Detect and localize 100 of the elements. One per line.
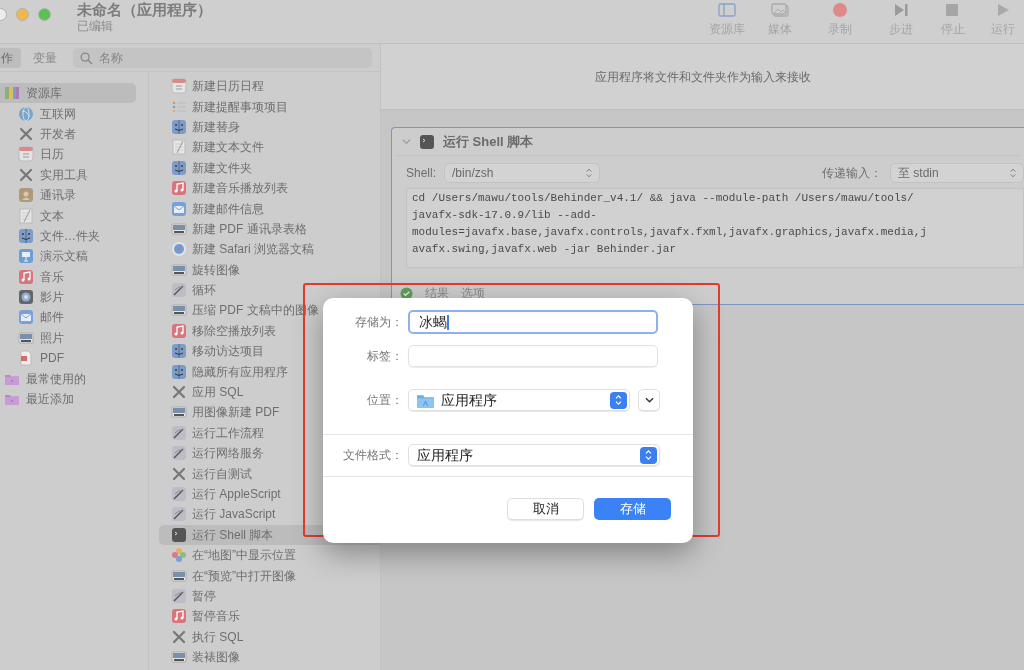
sidebar-item[interactable]: 演示文稿	[0, 246, 136, 267]
field-label: 位置：	[366, 392, 403, 409]
action-item[interactable]: 装裱图像	[159, 646, 380, 668]
books-icon	[4, 85, 20, 102]
terminal-icon	[171, 526, 187, 543]
popup-button[interactable]: 应用程序	[408, 444, 660, 466]
window-title: 未命名（应用程序）	[77, 0, 212, 19]
wand-icon	[171, 282, 187, 299]
tools-icon	[18, 125, 34, 142]
sidebar-item[interactable]: PDF	[0, 348, 136, 369]
sidebar-item[interactable]: 音乐	[0, 266, 136, 287]
action-item[interactable]: 运行 AppleScript	[159, 483, 380, 505]
wand-icon	[171, 486, 187, 502]
sidebar-item[interactable]: 最常使用的	[0, 368, 136, 389]
image-icon	[171, 302, 187, 319]
popup-button[interactable]: 应用程序	[408, 389, 630, 411]
sidebar-item[interactable]: 文本	[0, 205, 136, 226]
sidebar-item[interactable]: 开发者	[0, 123, 136, 145]
image-icon	[171, 220, 187, 237]
expand-button[interactable]	[638, 389, 660, 411]
tools-icon	[171, 465, 187, 482]
field-label: 文件格式：	[342, 447, 403, 464]
sidebar-item[interactable]: 日历	[0, 144, 136, 165]
face-icon	[171, 118, 187, 135]
action-item[interactable]: 运行 JavaScript	[159, 504, 380, 525]
disclosure-icon[interactable]	[402, 137, 411, 146]
action-item[interactable]: 新建邮件信息	[159, 198, 380, 219]
face-icon	[171, 343, 187, 360]
field-label: 存储为：	[354, 314, 403, 331]
action-item[interactable]: 在“地图”中显示位置	[159, 545, 380, 566]
zoom-button[interactable]	[38, 8, 51, 21]
tools-icon	[171, 628, 187, 645]
input-description: 应用程序将文件和文件夹作为输入来接收	[594, 68, 811, 86]
action-item[interactable]: 新建 Safari 浏览器文稿	[159, 239, 380, 260]
image-icon	[171, 567, 187, 584]
sidebar-item[interactable]: 影片	[0, 286, 136, 308]
action-item[interactable]: 新建 PDF 通讯录表格	[159, 218, 380, 240]
sidebar-item[interactable]: 资源库	[0, 83, 136, 104]
chevron-down-icon	[644, 397, 654, 403]
compass-icon	[171, 241, 187, 258]
stepper-icon	[1010, 168, 1016, 178]
tab[interactable]: 结果	[425, 284, 449, 302]
stepper-icon	[610, 391, 627, 409]
image-icon	[171, 404, 187, 421]
face-icon	[171, 159, 187, 176]
action-item[interactable]: 新建提醒事项项目	[159, 96, 380, 117]
action-item[interactable]: 运行自测试	[159, 463, 380, 484]
action-item[interactable]: 运行工作流程	[159, 422, 380, 444]
action-item[interactable]: 新建替身	[159, 116, 380, 138]
save-button[interactable]: 存储	[594, 498, 671, 520]
action-item[interactable]: 执行 SQL	[159, 626, 380, 647]
terminal-icon	[419, 133, 435, 150]
music-note-icon	[171, 180, 187, 197]
image-icon	[171, 649, 187, 666]
field-label: 传递输入：	[822, 165, 882, 182]
tab[interactable]: 作	[0, 47, 21, 68]
document-icon	[171, 139, 187, 156]
tab[interactable]: 选项	[461, 284, 485, 302]
image-icon	[171, 261, 187, 278]
flower-icon	[171, 547, 187, 564]
sidebar-item[interactable]: 实用工具	[0, 164, 136, 185]
sidebar-item[interactable]: 照片	[0, 327, 136, 349]
action-item[interactable]: 新建音乐播放列表	[159, 177, 380, 199]
action-item[interactable]: 在“预览”中打开图像	[159, 565, 380, 586]
sidebar-item[interactable]: 邮件	[0, 307, 136, 328]
action-item[interactable]: 暂停	[159, 585, 380, 607]
wand-icon	[171, 424, 187, 441]
sidebar-item[interactable]: 通讯录	[0, 184, 136, 206]
sidebar-item[interactable]: 文件…件夹	[0, 225, 136, 247]
action-item[interactable]: 新建日历日程	[159, 76, 380, 97]
action-item[interactable]: 旋转图像	[159, 259, 380, 280]
checkmark-icon	[400, 286, 413, 300]
contacts-icon	[18, 187, 34, 204]
action-item[interactable]: 新建文本文件	[159, 137, 380, 158]
face-icon	[171, 363, 187, 380]
music-note-icon	[18, 268, 34, 285]
action-title: 运行 Shell 脚本	[443, 132, 534, 151]
action-item[interactable]: 暂停音乐	[159, 606, 380, 627]
sidebar-item[interactable]: 最近添加	[0, 388, 136, 410]
popup-button[interactable]: 至 stdin	[890, 163, 1024, 183]
action-item[interactable]: 循环	[159, 279, 380, 301]
popup-button[interactable]: /bin/zsh	[444, 163, 601, 183]
folder-icon	[417, 392, 434, 408]
presentation-icon	[18, 248, 34, 265]
music-note-icon	[171, 608, 187, 625]
tab[interactable]: 变量	[25, 47, 65, 68]
search-field[interactable]: 名称	[73, 47, 372, 68]
input-field[interactable]: 冰蝎	[408, 310, 658, 334]
tools-icon	[18, 166, 34, 183]
minimize-button[interactable]	[16, 8, 29, 21]
action-item[interactable]: 新建文件夹	[159, 157, 380, 178]
script-editor[interactable]: cd /Users/mawu/tools/Behinder_v4.1/ && java --module-path /Users/mawu/tools/ javafx-sdk-17.0.9/lib --add- modules=javafx.base,javafx.controls,javafx.fxml,javafx.graphics,javafx.media,j avafx.swing,javafx.web -jar Behinder.jar	[406, 188, 1024, 268]
cancel-button[interactable]: 取消	[507, 498, 584, 520]
sidebar-item[interactable]: 互联网	[0, 103, 136, 124]
face-icon	[18, 227, 34, 244]
pdf-icon	[18, 350, 34, 367]
globe-icon	[18, 105, 34, 122]
calendar-icon	[18, 146, 34, 163]
wand-icon	[171, 587, 187, 604]
input-field[interactable]	[408, 345, 658, 367]
